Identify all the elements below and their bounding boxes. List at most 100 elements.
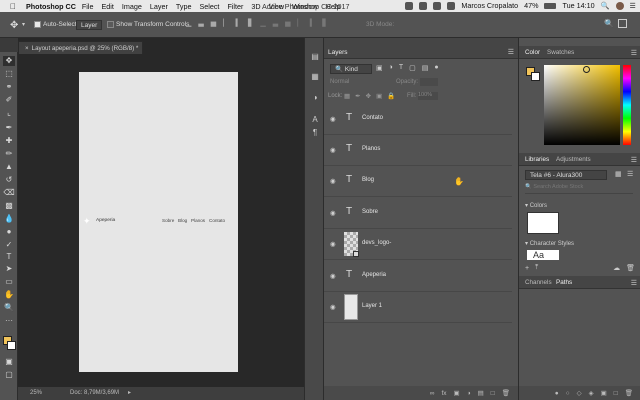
visibility-eye-icon[interactable]: ◉	[330, 177, 336, 185]
crop-tool-icon[interactable]: ⌞	[3, 108, 15, 118]
lock-position-icon[interactable]: ✥	[366, 92, 371, 100]
layer-name[interactable]: Planos	[362, 146, 380, 152]
tab-layers[interactable]: Layers	[328, 49, 348, 56]
panel-menu-icon[interactable]: ☰	[631, 279, 637, 287]
blur-tool-icon[interactable]: 💧	[3, 214, 15, 224]
menu-list-icon[interactable]: ☰	[630, 1, 636, 10]
stock-search-input[interactable]: 🔍 Search Adobe Stock	[525, 184, 633, 194]
library-dropdown[interactable]: Tela #6 - Alura300	[525, 170, 607, 180]
clone-stamp-tool-icon[interactable]: ▲	[3, 162, 15, 172]
zoom-tool-icon[interactable]: 🔍	[3, 303, 15, 313]
distribute-middle-icon[interactable]: ▃	[273, 19, 278, 31]
layer-name[interactable]: Apeperia	[362, 272, 386, 278]
layer-row[interactable]: ◉ T Planos	[324, 135, 512, 166]
apple-menu-icon[interactable]: 	[8, 2, 18, 11]
trash-icon[interactable]: 🗑	[626, 264, 635, 272]
link-layers-icon[interactable]: ∞	[430, 390, 435, 397]
layer-name[interactable]: Layer 1	[362, 303, 382, 309]
shape-tool-icon[interactable]: ▭	[3, 277, 15, 287]
trash-icon[interactable]: 🗑	[625, 389, 633, 397]
blend-mode-dropdown[interactable]: Normal	[330, 79, 349, 85]
opacity-field[interactable]	[420, 78, 438, 86]
char-style-sample[interactable]: Aa	[527, 250, 559, 260]
load-selection-icon[interactable]: ◇	[577, 389, 582, 397]
char-styles-section-label[interactable]: ▾ Character Styles	[525, 240, 574, 247]
document-tab[interactable]: × Layout apeperia.psd @ 25% (RGB/8) *	[18, 41, 143, 54]
layer-row[interactable]: ◉ Layer 1	[324, 292, 512, 323]
quick-select-tool-icon[interactable]: ✐	[3, 95, 15, 105]
move-tool-icon[interactable]: ✥	[10, 20, 18, 31]
battery-percent[interactable]: 47%	[524, 1, 538, 10]
canvas[interactable]: ✦ Apeperia Sobre Blog Planos Contato	[79, 72, 238, 372]
eraser-tool-icon[interactable]: ⌫	[3, 188, 15, 198]
tab-adjustments[interactable]: Adjustments	[556, 156, 591, 163]
stroke-path-icon[interactable]: ○	[566, 390, 570, 397]
panel-menu-icon[interactable]: ☰	[631, 49, 637, 57]
filter-shape-icon[interactable]: ▢	[409, 64, 416, 72]
distribute-center-icon[interactable]: ▍	[310, 19, 315, 31]
distribute-top-icon[interactable]: ▁	[260, 19, 265, 31]
more-tools-icon[interactable]: ···	[3, 316, 15, 326]
adjustment-layer-icon[interactable]: ◑	[467, 390, 471, 397]
grid-view-icon[interactable]: ▦	[615, 170, 622, 178]
gradient-tool-icon[interactable]: ▩	[3, 201, 15, 211]
tab-swatches[interactable]: Swatches	[547, 49, 574, 56]
tab-paths[interactable]: Paths	[556, 279, 572, 286]
layer-name[interactable]: Sobre	[362, 209, 378, 215]
color-picker-field[interactable]	[544, 65, 620, 145]
new-layer-icon[interactable]: □	[491, 390, 495, 397]
hand-tool-icon[interactable]: ✋	[3, 290, 15, 300]
search-icon[interactable]: 🔍	[604, 19, 614, 28]
close-icon[interactable]: ×	[25, 45, 29, 52]
layer-name[interactable]: devs_logo-	[362, 240, 391, 246]
search-icon[interactable]: 🔍	[601, 1, 610, 10]
menu-3d[interactable]: 3D	[251, 2, 260, 11]
adjust-panel-icon[interactable]: ◑	[310, 93, 320, 103]
zoom-level[interactable]: 25%	[30, 387, 42, 400]
auto-select-dropdown[interactable]: Layer	[76, 20, 102, 30]
fill-path-icon[interactable]: ●	[555, 390, 559, 397]
visibility-eye-icon[interactable]: ◉	[330, 209, 336, 217]
menu-image[interactable]: Image	[122, 2, 142, 11]
distribute-right-icon[interactable]: ▋	[322, 19, 327, 31]
list-view-icon[interactable]: ☰	[627, 170, 633, 178]
align-bottom-icon[interactable]: ▅	[211, 19, 216, 31]
layer-row[interactable]: ◉ T Contato	[324, 104, 512, 135]
align-top-icon[interactable]: ▁	[186, 19, 191, 31]
marquee-tool-icon[interactable]: ⬚	[3, 69, 15, 79]
distribute-bottom-icon[interactable]: ▅	[285, 19, 290, 31]
menu-select[interactable]: Select	[199, 2, 219, 11]
layer-name[interactable]: Blog	[362, 177, 374, 183]
filter-pixel-icon[interactable]: ▣	[376, 64, 383, 72]
library-color-swatch[interactable]	[527, 212, 559, 234]
visibility-eye-icon[interactable]: ◉	[330, 240, 336, 248]
avatar[interactable]	[615, 1, 624, 10]
add-mask-icon[interactable]: ▣	[601, 389, 607, 397]
filter-type-icon[interactable]: T	[399, 64, 403, 72]
visibility-eye-icon[interactable]: ◉	[330, 272, 336, 280]
transform-controls-checkbox[interactable]	[107, 21, 114, 28]
make-path-icon[interactable]: ◈	[589, 389, 594, 397]
history-panel-icon[interactable]: ▤	[310, 52, 320, 62]
creative-cloud-icon[interactable]	[405, 1, 414, 10]
align-left-icon[interactable]: ▏	[223, 19, 228, 31]
visibility-eye-icon[interactable]: ◉	[330, 146, 336, 154]
lock-artboard-icon[interactable]: ▣	[376, 92, 382, 100]
healing-brush-tool-icon[interactable]: ✚	[3, 136, 15, 146]
color-picker-handle[interactable]	[583, 66, 590, 73]
tab-color[interactable]: Color	[525, 49, 540, 56]
menu-filter[interactable]: Filter	[227, 2, 243, 11]
dodge-tool-icon[interactable]: ●	[3, 227, 15, 237]
trash-icon[interactable]: 🗑	[502, 389, 510, 397]
tab-channels[interactable]: Channels	[525, 279, 552, 286]
layer-style-icon[interactable]: fx	[441, 390, 446, 397]
user-name[interactable]: Marcos Cropalato	[461, 1, 518, 10]
auto-select-checkbox[interactable]	[34, 21, 41, 28]
clock[interactable]: Tue 14:10	[562, 1, 594, 10]
pen-tool-icon[interactable]: ✓	[3, 240, 15, 250]
tool-preset-chevron-icon[interactable]: ▾	[22, 21, 25, 28]
align-center-icon[interactable]: ▍	[236, 19, 241, 31]
visibility-eye-icon[interactable]: ◉	[330, 115, 336, 123]
filter-adjustment-icon[interactable]: ◑	[389, 64, 393, 72]
filter-toggle-icon[interactable]: ●	[434, 64, 438, 72]
